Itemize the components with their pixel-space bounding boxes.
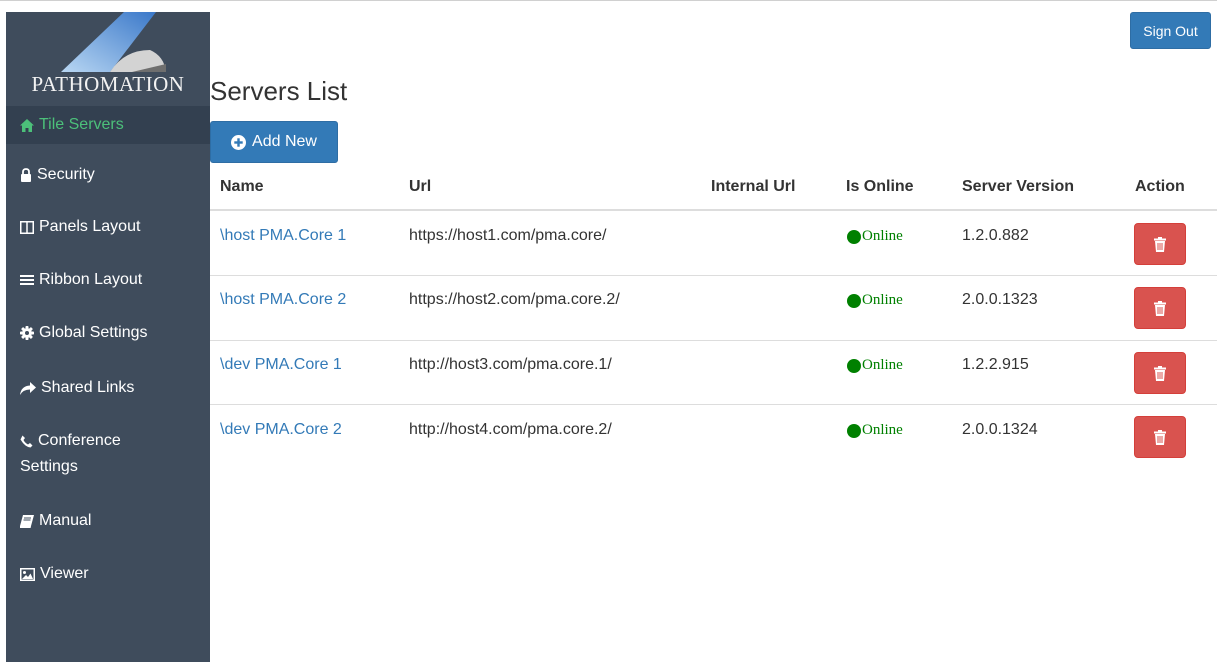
sidebar-item-line: Conference xyxy=(20,428,121,454)
row-divider xyxy=(210,275,1217,276)
server-version: 1.2.2.915 xyxy=(962,356,1029,373)
add-new-label: Add New xyxy=(252,133,317,150)
column-header-internal-url[interactable]: Internal Url xyxy=(711,178,795,196)
status-badge: Online xyxy=(847,228,903,245)
sidebar-item-conference-settings[interactable]: Conference Settings xyxy=(6,428,210,480)
image-icon xyxy=(20,567,35,581)
column-header-is-online[interactable]: Is Online xyxy=(846,178,914,196)
sidebar-item-label: Tile Servers xyxy=(39,116,124,133)
plus-circle-icon xyxy=(231,134,247,150)
trash-icon xyxy=(1154,429,1166,445)
table-header-divider xyxy=(210,209,1217,211)
sidebar-item-label: Panels Layout xyxy=(39,218,141,235)
sidebar-item-label: Shared Links xyxy=(41,379,135,396)
page-title: Servers List xyxy=(210,76,348,106)
status-text: Online xyxy=(862,357,903,373)
menu-bars-icon xyxy=(20,275,34,285)
logo-text: PATHOMATION xyxy=(31,72,185,96)
server-url: http://host3.com/pma.core.1/ xyxy=(409,356,612,373)
server-name-link[interactable]: \host PMA.Core 2 xyxy=(220,291,346,309)
share-arrow-icon xyxy=(20,381,36,395)
phone-icon xyxy=(20,435,33,447)
column-header-action: Action xyxy=(1135,178,1185,195)
sidebar-item-security[interactable]: Security xyxy=(6,160,210,190)
server-url: https://host2.com/pma.core.2/ xyxy=(409,291,620,308)
server-name-link[interactable]: \dev PMA.Core 2 xyxy=(220,421,342,439)
sidebar-item-tile-servers[interactable]: Tile Servers xyxy=(6,106,210,144)
server-name-link[interactable]: \host PMA.Core 1 xyxy=(220,227,346,245)
column-header-url[interactable]: Url xyxy=(409,178,431,196)
sidebar-item-label: Manual xyxy=(39,512,92,529)
server-url: http://host4.com/pma.core.2/ xyxy=(409,421,612,438)
online-dot-icon xyxy=(847,229,861,244)
status-badge: Online xyxy=(847,357,903,374)
row-divider xyxy=(210,340,1217,341)
online-dot-icon xyxy=(847,293,861,308)
online-dot-icon xyxy=(847,423,861,438)
trash-icon xyxy=(1154,300,1166,316)
status-text: Online xyxy=(862,228,903,244)
column-header-name[interactable]: Name xyxy=(220,178,264,196)
logo-mark-icon xyxy=(61,12,166,72)
status-badge: Online xyxy=(847,422,903,439)
sidebar: PATHOMATION Tile Servers Security Panels… xyxy=(6,12,210,662)
add-new-button[interactable]: Add New xyxy=(210,121,338,163)
sidebar-item-panels-layout[interactable]: Panels Layout xyxy=(6,212,210,242)
server-version: 1.2.0.882 xyxy=(962,227,1029,244)
sidebar-item-label-line2: Settings xyxy=(20,458,78,475)
column-header-server-version[interactable]: Server Version xyxy=(962,178,1074,196)
sidebar-item-global-settings[interactable]: Global Settings xyxy=(6,318,210,348)
delete-button[interactable] xyxy=(1134,416,1186,458)
book-icon xyxy=(20,514,34,528)
lock-icon xyxy=(21,168,31,182)
top-border xyxy=(0,0,1217,1)
row-divider xyxy=(210,404,1217,405)
sidebar-item-label: Global Settings xyxy=(39,324,148,341)
columns-icon xyxy=(20,220,34,234)
sidebar-item-viewer[interactable]: Viewer xyxy=(6,559,210,589)
sidebar-item-label: Viewer xyxy=(40,565,89,582)
server-name-link[interactable]: \dev PMA.Core 1 xyxy=(220,356,342,374)
status-text: Online xyxy=(862,292,903,308)
online-dot-icon xyxy=(847,358,861,373)
server-url: https://host1.com/pma.core/ xyxy=(409,227,607,244)
sidebar-item-label: Security xyxy=(37,166,95,183)
delete-button[interactable] xyxy=(1134,287,1186,329)
trash-icon xyxy=(1154,365,1166,381)
server-version: 2.0.0.1323 xyxy=(962,291,1038,308)
sidebar-item-ribbon-layout[interactable]: Ribbon Layout xyxy=(6,265,210,295)
delete-button[interactable] xyxy=(1134,352,1186,394)
sidebar-item-label: Conference xyxy=(38,432,121,449)
trash-icon xyxy=(1154,236,1166,252)
sign-out-button[interactable]: Sign Out xyxy=(1130,12,1211,49)
sidebar-item-label: Ribbon Layout xyxy=(39,271,143,288)
delete-button[interactable] xyxy=(1134,223,1186,265)
server-version: 2.0.0.1324 xyxy=(962,421,1038,438)
pathomation-logo: PATHOMATION xyxy=(6,12,210,104)
sidebar-item-shared-links[interactable]: Shared Links xyxy=(6,373,210,403)
gear-icon xyxy=(20,326,34,340)
status-badge: Online xyxy=(847,292,903,309)
home-icon xyxy=(20,118,34,132)
sidebar-item-manual[interactable]: Manual xyxy=(6,506,210,536)
status-text: Online xyxy=(862,422,903,438)
sidebar-item-label-group: Conference Settings xyxy=(20,428,121,480)
